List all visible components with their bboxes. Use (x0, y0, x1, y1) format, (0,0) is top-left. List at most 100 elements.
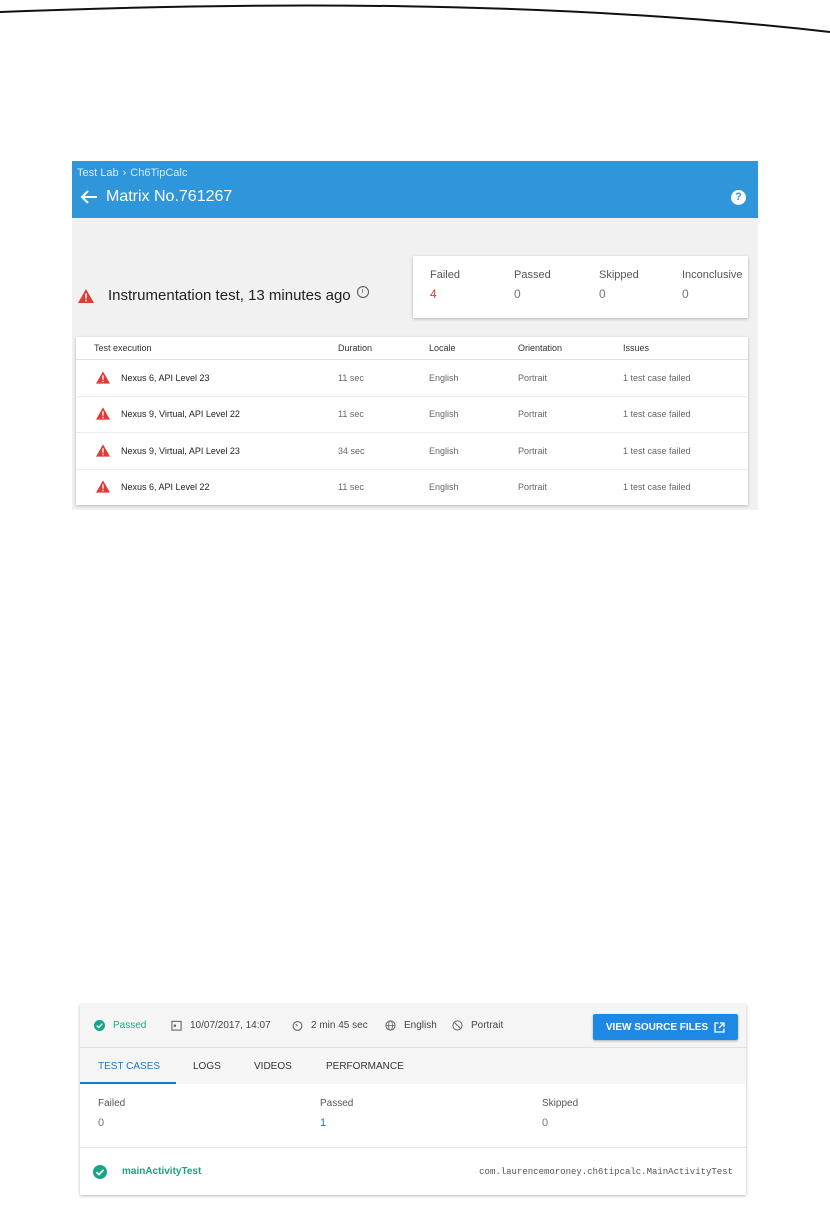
table-row[interactable]: Nexus 6, API Level 22 11 sec English Por… (76, 469, 748, 505)
orientation-cell: Portrait (518, 373, 548, 383)
date-item: 10/07/2017, 14:07 (171, 1020, 271, 1031)
duration-cell: 11 sec (338, 482, 364, 492)
table-row[interactable]: Nexus 6, API Level 23 11 sec English Por… (76, 360, 748, 397)
test-matrix-screenshot: Test Lab › Ch6TipCalc Matrix No.761267 ?… (72, 161, 758, 510)
locale-item: English (385, 1020, 437, 1031)
stat-value: 0 (514, 287, 521, 301)
locale-cell: English (429, 446, 459, 456)
device-name: Nexus 6, API Level 23 (121, 373, 210, 383)
count-label: Skipped (542, 1098, 579, 1109)
warning-icon (96, 371, 110, 384)
breadcrumb-separator: › (122, 167, 127, 179)
issues-cell: 1 test case failed (623, 482, 691, 492)
orientation-label: Portrait (471, 1020, 504, 1031)
stat-label: Passed (514, 269, 551, 281)
stat-label: Skipped (599, 269, 639, 281)
info-icon[interactable]: i (356, 285, 369, 298)
orientation-item: Portrait (452, 1020, 503, 1031)
page-edge-curve (0, 4, 830, 33)
table-row[interactable]: Nexus 9, Virtual, API Level 23 34 sec En… (76, 433, 748, 470)
test-case-counts: Failed 0 Passed 1 Skipped 0 (80, 1084, 746, 1148)
count-label: Failed (98, 1098, 126, 1109)
tab-logs[interactable]: LOGS (193, 1061, 221, 1072)
issues-cell: 1 test case failed (623, 409, 691, 419)
check-circle-icon (94, 1020, 105, 1031)
stat-value: 0 (599, 287, 606, 301)
stat-label: Inconclusive (682, 269, 743, 281)
stat-passed: Passed 0 (514, 269, 551, 301)
orientation-cell: Portrait (518, 446, 548, 456)
tab-test-cases[interactable]: TEST CASES (98, 1061, 160, 1072)
test-case-class: com.laurencemoroney.ch6tipcalc.MainActiv… (479, 1167, 733, 1177)
stat-value: 4 (430, 287, 437, 301)
table-row[interactable]: Nexus 9, Virtual, API Level 22 11 sec En… (76, 396, 748, 433)
breadcrumb: Test Lab › Ch6TipCalc (77, 167, 187, 179)
open-in-new-icon (714, 1021, 725, 1033)
column-header[interactable]: Orientation (518, 343, 562, 353)
stat-value: 0 (682, 287, 689, 301)
orientation-cell: Portrait (518, 409, 548, 419)
date-label: 10/07/2017, 14:07 (190, 1020, 271, 1031)
column-header[interactable]: Test execution (94, 343, 152, 353)
duration-label: 2 min 45 sec (311, 1020, 368, 1031)
duration-cell: 11 sec (338, 373, 364, 383)
column-header[interactable]: Locale (429, 343, 456, 353)
count-label: Passed (320, 1098, 354, 1109)
tab-bar: TEST CASES LOGS VIDEOS PERFORMANCE (80, 1047, 746, 1085)
calendar-icon (171, 1020, 182, 1031)
duration-item: 2 min 45 sec (292, 1020, 368, 1031)
duration-cell: 11 sec (338, 409, 364, 419)
stat-skipped: Skipped 0 (599, 269, 639, 301)
count-passed: Passed 1 (320, 1098, 353, 1129)
tab-videos[interactable]: VIDEOS (254, 1061, 292, 1072)
duration-cell: 34 sec (338, 446, 365, 456)
results-summary-card: Failed 4 Passed 0 Skipped 0 Inconclusive… (413, 256, 748, 318)
issues-cell: 1 test case failed (623, 446, 691, 456)
count-failed: Failed 0 (98, 1098, 125, 1129)
locale-cell: English (429, 482, 459, 492)
device-name: Nexus 9, Virtual, API Level 22 (121, 409, 240, 419)
warning-icon (96, 480, 110, 493)
help-icon[interactable]: ? (731, 190, 746, 205)
count-value: 0 (542, 1117, 549, 1129)
warning-icon (96, 407, 110, 420)
execution-info-bar: Passed 10/07/2017, 14:07 2 min 45 sec En… (80, 1004, 746, 1047)
back-arrow-icon[interactable] (80, 189, 98, 205)
table-header: Test execution Duration Locale Orientati… (76, 337, 748, 360)
count-skipped: Skipped 0 (542, 1098, 578, 1129)
test-case-row[interactable]: mainActivityTest com.laurencemoroney.ch6… (80, 1148, 746, 1195)
device-name: Nexus 6, API Level 22 (121, 482, 210, 492)
column-header[interactable]: Issues (623, 343, 649, 353)
breadcrumb-project[interactable]: Ch6TipCalc (130, 167, 187, 179)
globe-icon (385, 1020, 396, 1031)
stat-inconclusive: Inconclusive 0 (682, 269, 743, 301)
check-circle-icon (93, 1165, 107, 1179)
summary-text: Instrumentation test, 13 minutes ago (108, 287, 351, 304)
orientation-cell: Portrait (518, 482, 548, 492)
test-details-screenshot: Passed 10/07/2017, 14:07 2 min 45 sec En… (80, 1004, 746, 1195)
screen-rotation-icon (452, 1020, 463, 1031)
count-value: 0 (98, 1117, 105, 1129)
column-header[interactable]: Duration (338, 343, 372, 353)
locale-cell: English (429, 409, 459, 419)
status-item: Passed (94, 1020, 146, 1031)
test-case-name[interactable]: mainActivityTest (122, 1166, 201, 1177)
warning-icon (96, 444, 110, 457)
test-execution-table: Test execution Duration Locale Orientati… (76, 337, 748, 505)
issues-cell: 1 test case failed (623, 373, 691, 383)
locale-label: English (404, 1020, 437, 1031)
app-header: Test Lab › Ch6TipCalc Matrix No.761267 ? (72, 161, 758, 218)
tab-performance[interactable]: PERFORMANCE (326, 1061, 404, 1072)
count-value: 1 (320, 1117, 327, 1129)
stat-failed: Failed 4 (430, 269, 460, 301)
device-name: Nexus 9, Virtual, API Level 23 (121, 446, 240, 456)
warning-icon (78, 288, 94, 303)
breadcrumb-test-lab[interactable]: Test Lab (77, 167, 119, 179)
test-summary: Instrumentation test, 13 minutes ago i (78, 285, 369, 304)
view-source-files-button[interactable]: VIEW SOURCE FILES (593, 1014, 738, 1040)
stat-label: Failed (430, 269, 460, 281)
view-source-files-label: VIEW SOURCE FILES (605, 1021, 709, 1033)
page-title: Matrix No.761267 (106, 188, 233, 205)
status-label: Passed (113, 1020, 147, 1031)
timer-icon (292, 1021, 303, 1031)
